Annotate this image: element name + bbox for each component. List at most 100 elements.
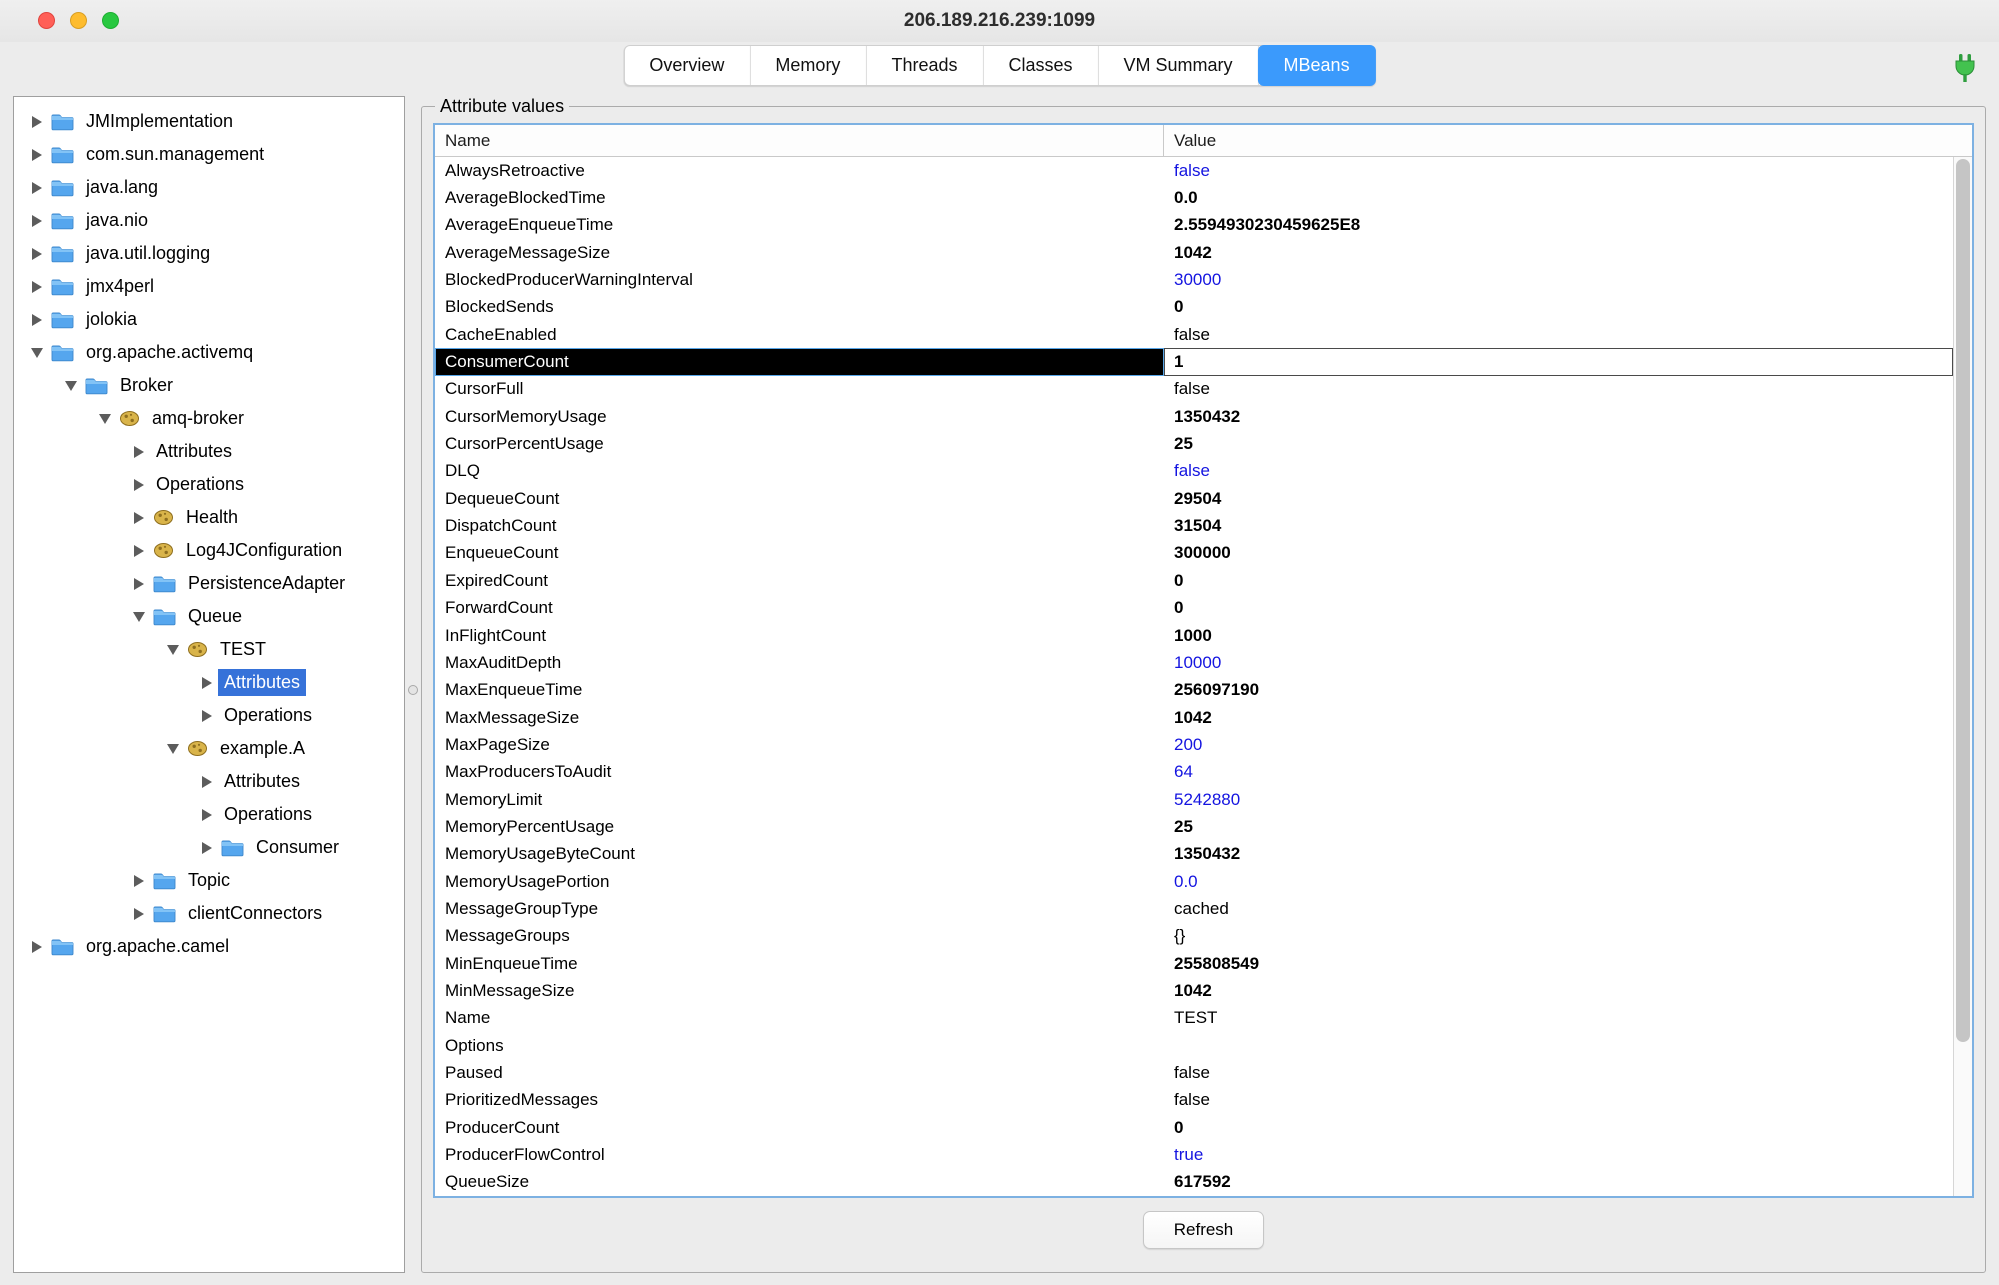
expand-arrow-icon[interactable] <box>26 116 48 128</box>
attribute-name[interactable]: ProducerFlowControl <box>435 1141 1164 1168</box>
attribute-row[interactable]: DequeueCount29504 <box>435 485 1953 512</box>
attribute-value[interactable]: 29504 <box>1164 485 1953 512</box>
attribute-row[interactable]: NameTEST <box>435 1005 1953 1032</box>
attribute-name[interactable]: Paused <box>435 1059 1164 1086</box>
tree-item-example-a[interactable]: example.A <box>14 732 404 765</box>
tree-item-operations[interactable]: Operations <box>14 699 404 732</box>
attribute-row[interactable]: MaxPageSize200 <box>435 731 1953 758</box>
scrollbar-thumb[interactable] <box>1956 159 1970 1042</box>
attribute-name[interactable]: DLQ <box>435 458 1164 485</box>
attribute-value[interactable]: true <box>1164 1141 1953 1168</box>
attribute-name[interactable]: MaxMessageSize <box>435 704 1164 731</box>
attribute-name[interactable]: MaxEnqueueTime <box>435 677 1164 704</box>
tree-item-jolokia[interactable]: jolokia <box>14 303 404 336</box>
attribute-row[interactable]: AverageBlockedTime0.0 <box>435 184 1953 211</box>
tree-item-com-sun-management[interactable]: com.sun.management <box>14 138 404 171</box>
attribute-row[interactable]: CursorMemoryUsage1350432 <box>435 403 1953 430</box>
expand-arrow-icon[interactable] <box>26 182 48 194</box>
attribute-value[interactable]: 25 <box>1164 813 1953 840</box>
tree-item-broker[interactable]: Broker <box>14 369 404 402</box>
attribute-name[interactable]: CacheEnabled <box>435 321 1164 348</box>
attribute-row[interactable]: DispatchCount31504 <box>435 512 1953 539</box>
tab-threads[interactable]: Threads <box>866 46 983 85</box>
expand-arrow-icon[interactable] <box>128 479 150 491</box>
attribute-name[interactable]: MinMessageSize <box>435 977 1164 1004</box>
attribute-row[interactable]: MaxAuditDepth10000 <box>435 649 1953 676</box>
attribute-name[interactable]: MessageGroups <box>435 923 1164 950</box>
tree-item-test[interactable]: TEST <box>14 633 404 666</box>
attribute-value[interactable]: 0.0 <box>1164 868 1953 895</box>
attribute-value[interactable]: 30000 <box>1164 266 1953 293</box>
attribute-row[interactable]: Pausedfalse <box>435 1059 1953 1086</box>
attribute-value[interactable]: 256097190 <box>1164 677 1953 704</box>
expand-arrow-icon[interactable] <box>26 149 48 161</box>
attribute-value[interactable]: 10000 <box>1164 649 1953 676</box>
attribute-value[interactable]: 1350432 <box>1164 841 1953 868</box>
tree-item-attributes[interactable]: Attributes <box>14 435 404 468</box>
attribute-value[interactable]: 0 <box>1164 294 1953 321</box>
attribute-row[interactable]: MaxEnqueueTime256097190 <box>435 677 1953 704</box>
attribute-name[interactable]: QueueSize <box>435 1169 1164 1196</box>
attribute-value[interactable]: 617592 <box>1164 1169 1953 1196</box>
expand-arrow-icon[interactable] <box>128 875 150 887</box>
attribute-row[interactable]: MaxMessageSize1042 <box>435 704 1953 731</box>
attribute-name[interactable]: EnqueueCount <box>435 540 1164 567</box>
attribute-row[interactable]: AverageEnqueueTime2.5594930230459625E8 <box>435 212 1953 239</box>
attribute-name[interactable]: CursorMemoryUsage <box>435 403 1164 430</box>
attribute-value[interactable]: 1350432 <box>1164 403 1953 430</box>
attribute-row[interactable]: CacheEnabledfalse <box>435 321 1953 348</box>
collapse-arrow-icon[interactable] <box>128 612 150 622</box>
tree-item-attributes[interactable]: Attributes <box>14 765 404 798</box>
tree-item-attributes[interactable]: Attributes <box>14 666 404 699</box>
tab-mbeans[interactable]: MBeans <box>1258 45 1376 86</box>
attribute-name[interactable]: DispatchCount <box>435 512 1164 539</box>
attribute-row[interactable]: EnqueueCount300000 <box>435 540 1953 567</box>
tree-item-org-apache-activemq[interactable]: org.apache.activemq <box>14 336 404 369</box>
attribute-value[interactable]: 200 <box>1164 731 1953 758</box>
expand-arrow-icon[interactable] <box>128 908 150 920</box>
refresh-button[interactable]: Refresh <box>1143 1211 1265 1249</box>
tree-item-jmimplementation[interactable]: JMImplementation <box>14 105 404 138</box>
column-header-name[interactable]: Name <box>435 125 1164 156</box>
expand-arrow-icon[interactable] <box>26 248 48 260</box>
tree-item-java-nio[interactable]: java.nio <box>14 204 404 237</box>
attribute-name[interactable]: Options <box>435 1032 1164 1059</box>
attribute-row[interactable]: MaxProducersToAudit64 <box>435 759 1953 786</box>
expand-arrow-icon[interactable] <box>196 809 218 821</box>
attribute-row[interactable]: ForwardCount0 <box>435 595 1953 622</box>
attribute-name[interactable]: MemoryUsageByteCount <box>435 841 1164 868</box>
attribute-row[interactable]: ProducerCount0 <box>435 1114 1953 1141</box>
tree-item-java-util-logging[interactable]: java.util.logging <box>14 237 404 270</box>
collapse-arrow-icon[interactable] <box>60 381 82 391</box>
attribute-name[interactable]: Name <box>435 1005 1164 1032</box>
vertical-scrollbar[interactable] <box>1953 157 1972 1196</box>
attribute-name[interactable]: MinEnqueueTime <box>435 950 1164 977</box>
attribute-row[interactable]: ProducerFlowControltrue <box>435 1141 1953 1168</box>
attribute-row[interactable]: CursorFullfalse <box>435 376 1953 403</box>
tree-item-clientconnectors[interactable]: clientConnectors <box>14 897 404 930</box>
attribute-value[interactable]: 1000 <box>1164 622 1953 649</box>
attribute-row[interactable]: MemoryUsageByteCount1350432 <box>435 841 1953 868</box>
attribute-name[interactable]: AverageBlockedTime <box>435 184 1164 211</box>
tree-item-operations[interactable]: Operations <box>14 798 404 831</box>
attribute-name[interactable]: AverageEnqueueTime <box>435 212 1164 239</box>
attribute-value[interactable]: 64 <box>1164 759 1953 786</box>
attribute-value[interactable] <box>1164 1032 1953 1059</box>
attribute-name[interactable]: ExpiredCount <box>435 567 1164 594</box>
attribute-value[interactable]: 255808549 <box>1164 950 1953 977</box>
attribute-row[interactable]: PrioritizedMessagesfalse <box>435 1087 1953 1114</box>
attribute-value[interactable]: 25 <box>1164 430 1953 457</box>
column-header-value[interactable]: Value <box>1164 125 1972 156</box>
collapse-arrow-icon[interactable] <box>26 348 48 358</box>
expand-arrow-icon[interactable] <box>196 842 218 854</box>
attribute-value[interactable]: 1042 <box>1164 977 1953 1004</box>
expand-arrow-icon[interactable] <box>196 677 218 689</box>
attribute-name[interactable]: MemoryPercentUsage <box>435 813 1164 840</box>
attribute-row[interactable]: CursorPercentUsage25 <box>435 430 1953 457</box>
attribute-name[interactable]: CursorFull <box>435 376 1164 403</box>
tab-vm-summary[interactable]: VM Summary <box>1099 46 1259 85</box>
tree-item-persistenceadapter[interactable]: PersistenceAdapter <box>14 567 404 600</box>
attribute-name[interactable]: MaxAuditDepth <box>435 649 1164 676</box>
collapse-arrow-icon[interactable] <box>162 645 184 655</box>
tree-item-topic[interactable]: Topic <box>14 864 404 897</box>
